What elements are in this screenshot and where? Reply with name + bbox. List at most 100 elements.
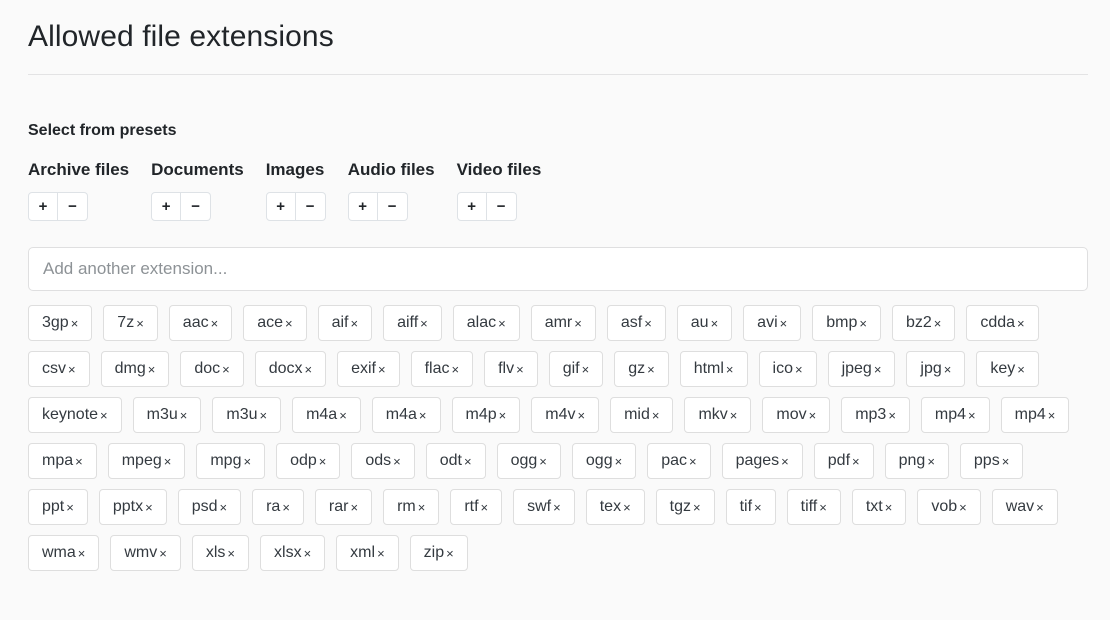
- extension-tag-label: exif: [351, 360, 376, 377]
- extension-tag-remove-icon[interactable]: ×: [1036, 501, 1044, 514]
- extension-tag-remove-icon[interactable]: ×: [164, 455, 172, 468]
- extension-tag-remove-icon[interactable]: ×: [885, 501, 893, 514]
- extension-tag-remove-icon[interactable]: ×: [285, 317, 293, 330]
- extension-tag-remove-icon[interactable]: ×: [874, 363, 882, 376]
- extension-tag-remove-icon[interactable]: ×: [574, 317, 582, 330]
- extension-tag: odp ×: [276, 443, 341, 479]
- extension-tag-remove-icon[interactable]: ×: [934, 317, 942, 330]
- extension-tag-remove-icon[interactable]: ×: [100, 409, 108, 422]
- extension-tag-remove-icon[interactable]: ×: [819, 501, 827, 514]
- extension-tag-remove-icon[interactable]: ×: [227, 547, 235, 560]
- extension-tag-remove-icon[interactable]: ×: [615, 455, 623, 468]
- extension-tag-remove-icon[interactable]: ×: [726, 363, 734, 376]
- extension-tag: docx ×: [254, 351, 327, 387]
- extension-tag-remove-icon[interactable]: ×: [1002, 455, 1010, 468]
- extension-tag-label: 3gp: [42, 314, 69, 331]
- extension-tag-remove-icon[interactable]: ×: [499, 409, 507, 422]
- extension-tag-remove-icon[interactable]: ×: [498, 317, 506, 330]
- extension-tag-remove-icon[interactable]: ×: [516, 363, 524, 376]
- extension-tag-remove-icon[interactable]: ×: [647, 363, 655, 376]
- extension-tag-remove-icon[interactable]: ×: [754, 501, 762, 514]
- extension-tag-remove-icon[interactable]: ×: [71, 317, 79, 330]
- extension-tag-remove-icon[interactable]: ×: [582, 363, 590, 376]
- extension-tag-remove-icon[interactable]: ×: [795, 363, 803, 376]
- extension-tag-remove-icon[interactable]: ×: [148, 363, 156, 376]
- extension-tag-remove-icon[interactable]: ×: [350, 501, 358, 514]
- extension-tag-remove-icon[interactable]: ×: [1017, 363, 1025, 376]
- extension-tag-remove-icon[interactable]: ×: [159, 547, 167, 560]
- preset-add-button[interactable]: +: [28, 192, 58, 221]
- preset-remove-button[interactable]: −: [181, 192, 212, 221]
- extension-tag-remove-icon[interactable]: ×: [1048, 409, 1056, 422]
- extension-tag-remove-icon[interactable]: ×: [219, 501, 227, 514]
- extension-tag-remove-icon[interactable]: ×: [446, 547, 454, 560]
- extension-tag-remove-icon[interactable]: ×: [319, 455, 327, 468]
- extension-tag-remove-icon[interactable]: ×: [282, 501, 290, 514]
- extension-tag-label: pps: [973, 452, 1000, 469]
- extension-tag-label: key: [990, 360, 1016, 377]
- extension-tag: key ×: [976, 351, 1039, 387]
- extension-tag-remove-icon[interactable]: ×: [377, 547, 385, 560]
- extension-tag-remove-icon[interactable]: ×: [852, 455, 860, 468]
- extension-tag-remove-icon[interactable]: ×: [859, 317, 867, 330]
- preset-remove-button[interactable]: −: [377, 192, 408, 221]
- preset-add-button[interactable]: +: [456, 192, 487, 221]
- extension-tag-remove-icon[interactable]: ×: [305, 363, 313, 376]
- extension-tag-label: gz: [628, 360, 646, 377]
- extension-tag-label: ra: [266, 498, 281, 515]
- extension-tag: ogg ×: [571, 443, 637, 479]
- extension-tag-remove-icon[interactable]: ×: [553, 501, 561, 514]
- extension-tag-remove-icon[interactable]: ×: [75, 455, 83, 468]
- preset-remove-button[interactable]: −: [486, 192, 517, 221]
- extension-tag-remove-icon[interactable]: ×: [243, 455, 251, 468]
- extension-tag-remove-icon[interactable]: ×: [481, 501, 489, 514]
- extension-tag-remove-icon[interactable]: ×: [419, 409, 427, 422]
- extension-tag-remove-icon[interactable]: ×: [781, 455, 789, 468]
- preset-remove-button[interactable]: −: [295, 192, 326, 221]
- extension-tag-remove-icon[interactable]: ×: [222, 363, 230, 376]
- extension-tag-remove-icon[interactable]: ×: [393, 455, 401, 468]
- extension-tag-remove-icon[interactable]: ×: [539, 455, 547, 468]
- extension-tag-remove-icon[interactable]: ×: [136, 317, 144, 330]
- extension-tag-remove-icon[interactable]: ×: [809, 409, 817, 422]
- preset-group-label: Audio files: [347, 160, 435, 179]
- preset-add-button[interactable]: +: [265, 192, 296, 221]
- preset-add-button[interactable]: +: [347, 192, 378, 221]
- extension-tag-remove-icon[interactable]: ×: [464, 455, 472, 468]
- extension-tag-remove-icon[interactable]: ×: [211, 317, 219, 330]
- extension-tag-label: avi: [757, 314, 778, 331]
- extension-tag-remove-icon[interactable]: ×: [644, 317, 652, 330]
- extension-tag-remove-icon[interactable]: ×: [145, 501, 153, 514]
- extension-tag-remove-icon[interactable]: ×: [78, 547, 86, 560]
- extension-tag-remove-icon[interactable]: ×: [968, 409, 976, 422]
- preset-add-button[interactable]: +: [151, 192, 182, 221]
- extension-tag-remove-icon[interactable]: ×: [350, 317, 358, 330]
- extension-tag-remove-icon[interactable]: ×: [944, 363, 952, 376]
- extension-tag: aif ×: [317, 305, 373, 341]
- preset-group: Video files + −: [456, 159, 541, 221]
- extension-tag-remove-icon[interactable]: ×: [259, 409, 267, 422]
- extension-tag-remove-icon[interactable]: ×: [888, 409, 896, 422]
- extension-tag-remove-icon[interactable]: ×: [623, 501, 631, 514]
- extension-tag-remove-icon[interactable]: ×: [452, 363, 460, 376]
- extension-tag-remove-icon[interactable]: ×: [66, 501, 74, 514]
- preset-remove-button[interactable]: −: [58, 192, 88, 221]
- extension-tag-remove-icon[interactable]: ×: [711, 317, 719, 330]
- extension-tag-remove-icon[interactable]: ×: [693, 501, 701, 514]
- extension-tag-remove-icon[interactable]: ×: [577, 409, 585, 422]
- extension-tag-remove-icon[interactable]: ×: [689, 455, 697, 468]
- extension-tag-remove-icon[interactable]: ×: [378, 363, 386, 376]
- extension-input[interactable]: [28, 247, 1088, 291]
- extension-tag-remove-icon[interactable]: ×: [959, 501, 967, 514]
- extension-tag-remove-icon[interactable]: ×: [730, 409, 738, 422]
- extension-tag-remove-icon[interactable]: ×: [420, 317, 428, 330]
- extension-tag-remove-icon[interactable]: ×: [780, 317, 788, 330]
- extension-tag-remove-icon[interactable]: ×: [418, 501, 426, 514]
- extension-tag-remove-icon[interactable]: ×: [652, 409, 660, 422]
- extension-tag-remove-icon[interactable]: ×: [339, 409, 347, 422]
- extension-tag-remove-icon[interactable]: ×: [304, 547, 312, 560]
- extension-tag-remove-icon[interactable]: ×: [68, 363, 76, 376]
- extension-tag-remove-icon[interactable]: ×: [180, 409, 188, 422]
- extension-tag-remove-icon[interactable]: ×: [927, 455, 935, 468]
- extension-tag-remove-icon[interactable]: ×: [1017, 317, 1025, 330]
